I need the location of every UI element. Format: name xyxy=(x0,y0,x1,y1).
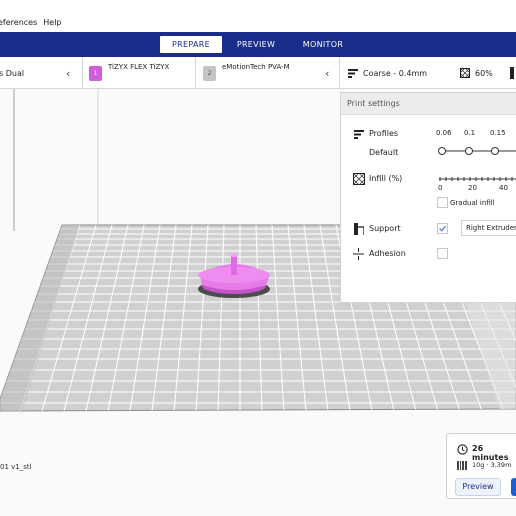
tab-monitor[interactable]: MONITOR xyxy=(294,36,352,53)
infill-tick: 0 xyxy=(438,184,443,192)
layer-height-slider[interactable] xyxy=(437,145,516,157)
material-usage: 10g · 3.39m xyxy=(472,461,512,469)
infill-tick: 20 xyxy=(468,184,477,192)
preview-button[interactable]: Preview xyxy=(455,478,501,496)
extruder-1-tab[interactable]: 1 TiZYX FLEX TiZYX xyxy=(89,57,195,89)
menu-preferences[interactable]: eferences xyxy=(0,18,37,27)
extruder-1-material: TiZYX FLEX TiZYX xyxy=(108,63,170,71)
printer-name: s Dual xyxy=(0,68,25,78)
layer-tick: 0.15 xyxy=(490,129,506,137)
layer-tick: 0.06 xyxy=(436,129,452,137)
print-time: 26 minutes xyxy=(472,444,509,462)
window-titlebar xyxy=(0,0,516,12)
layer-tick: 0.1 xyxy=(464,129,476,137)
tab-prepare[interactable]: PREPARE xyxy=(160,36,222,53)
stage-bar: PREPARE PREVIEW MONITOR xyxy=(0,32,516,57)
model-filename: 01 v1_stl xyxy=(0,463,32,471)
divider xyxy=(195,57,196,89)
infill-icon xyxy=(353,173,365,185)
profile-default: Default xyxy=(369,148,399,157)
support-icon xyxy=(510,67,514,79)
print-estimate-panel: 26 minutes 10g · 3.39m Preview xyxy=(446,433,516,499)
print-settings-panel: Print settings Profiles Default 0.06 0.1… xyxy=(340,92,516,303)
layer-profile-icon xyxy=(348,68,358,78)
menu-help[interactable]: Help xyxy=(43,18,61,27)
infill-slider[interactable] xyxy=(439,176,516,182)
tab-preview[interactable]: PREVIEW xyxy=(230,36,282,53)
infill-label: Infill (%) xyxy=(369,174,403,183)
profiles-icon xyxy=(354,130,364,139)
infill-tick: 40 xyxy=(499,184,508,192)
spool-icon xyxy=(457,461,467,470)
support-label: Support xyxy=(369,224,401,233)
support-icon xyxy=(354,223,364,235)
chevron-left-icon[interactable]: ‹ xyxy=(66,67,70,80)
check-icon xyxy=(439,225,446,232)
infill-summary: 60% xyxy=(475,68,493,78)
gradual-infill-checkbox[interactable] xyxy=(437,197,448,208)
slice-button[interactable] xyxy=(511,478,516,496)
panel-title: Print settings xyxy=(341,93,516,115)
extruder-2-badge: 2 xyxy=(203,65,216,81)
print-settings-summary[interactable]: Coarse - 0.4mm 60% xyxy=(348,57,516,89)
extruder-2-material: eMotionTech PVA-M xyxy=(222,63,290,71)
chevron-left-icon[interactable]: ‹ xyxy=(325,67,329,80)
extruder-2-tab[interactable]: 2 eMotionTech PVA-M ‹ xyxy=(203,57,333,89)
extruder-1-badge: 1 xyxy=(89,65,102,81)
profiles-label: Profiles xyxy=(369,129,399,138)
profile-summary: Coarse - 0.4mm xyxy=(363,68,428,78)
menu-bar: eferences Help xyxy=(0,12,516,32)
adhesion-checkbox[interactable] xyxy=(437,248,448,259)
adhesion-label: Adhesion xyxy=(369,249,406,258)
machine-settings-row: s Dual ‹ 1 TiZYX FLEX TiZYX 2 eMotionTec… xyxy=(0,57,516,89)
printer-selector[interactable]: s Dual ‹ xyxy=(0,57,82,89)
adhesion-icon xyxy=(353,248,364,260)
divider xyxy=(82,57,83,89)
gradual-infill-label: Gradual infill xyxy=(450,199,495,207)
support-checkbox[interactable] xyxy=(437,223,448,234)
clock-icon xyxy=(457,444,468,455)
support-extruder-dropdown[interactable]: Right Extruder xyxy=(461,220,516,236)
divider xyxy=(339,57,340,89)
infill-icon xyxy=(460,68,470,78)
